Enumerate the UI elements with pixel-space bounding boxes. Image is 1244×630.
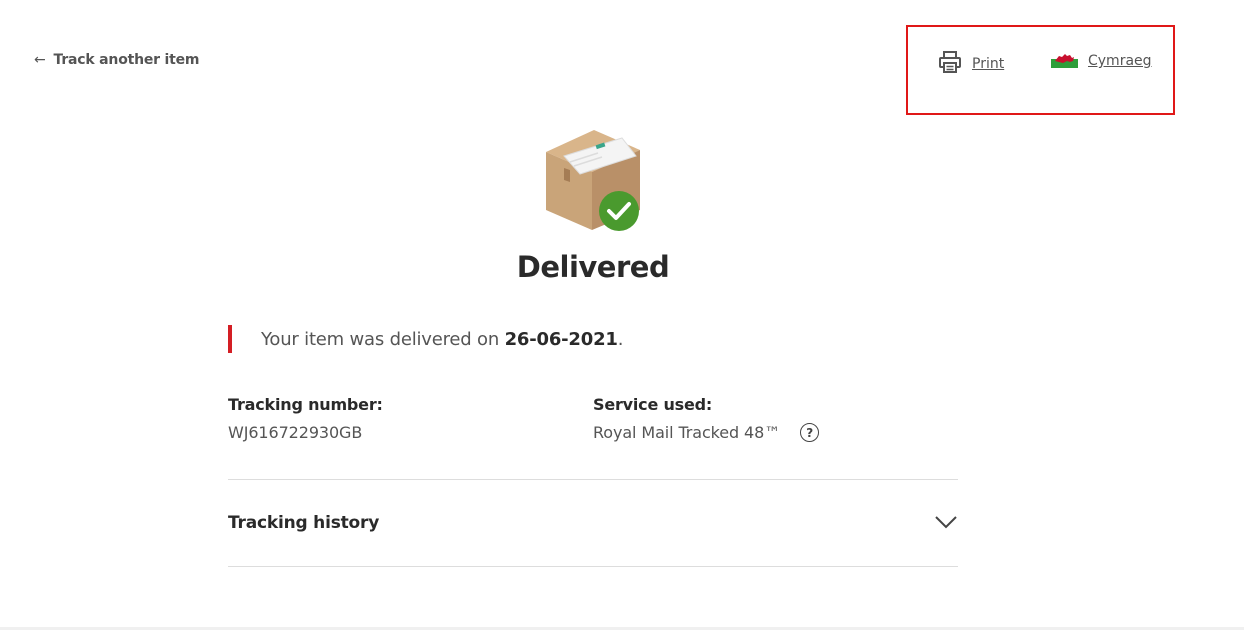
- delivered-date: 26-06-2021: [504, 328, 618, 350]
- service-used-block: Service used: Royal Mail Tracked 48™ ?: [593, 395, 820, 442]
- status-title: Delivered: [516, 250, 670, 284]
- tracking-number-value: WJ616722930GB: [228, 423, 363, 442]
- print-label: Print: [972, 56, 1005, 72]
- service-used-value: Royal Mail Tracked 48™: [593, 423, 781, 442]
- parcel-delivered-icon: [540, 126, 644, 238]
- welsh-flag-icon: [1051, 50, 1078, 72]
- service-used-label: Service used:: [593, 395, 713, 414]
- help-icon[interactable]: ?: [800, 423, 820, 442]
- tracking-history-toggle[interactable]: Tracking history: [228, 480, 958, 566]
- tracking-number-block: Tracking number: WJ616722930GB: [228, 395, 383, 442]
- print-link[interactable]: Print: [938, 50, 1004, 78]
- delivered-message-suffix: .: [617, 328, 624, 350]
- cymraeg-language-link[interactable]: Cymraeg: [1051, 50, 1152, 72]
- delivered-message: Your item was delivered on 26-06-2021 .: [228, 325, 623, 353]
- divider: [228, 566, 958, 567]
- left-arrow-icon: ←: [34, 52, 46, 68]
- track-another-item-link[interactable]: ← Track another item: [34, 52, 200, 68]
- printer-icon: [938, 50, 962, 78]
- delivered-message-prefix: Your item was delivered on: [261, 328, 505, 350]
- track-another-item-label: Track another item: [53, 52, 200, 68]
- service-used-row: Royal Mail Tracked 48™ ?: [593, 423, 820, 442]
- chevron-down-icon: [934, 514, 958, 533]
- cymraeg-label: Cymraeg: [1088, 53, 1152, 69]
- tracking-history-label: Tracking history: [228, 513, 380, 533]
- tracking-number-label: Tracking number:: [228, 395, 383, 414]
